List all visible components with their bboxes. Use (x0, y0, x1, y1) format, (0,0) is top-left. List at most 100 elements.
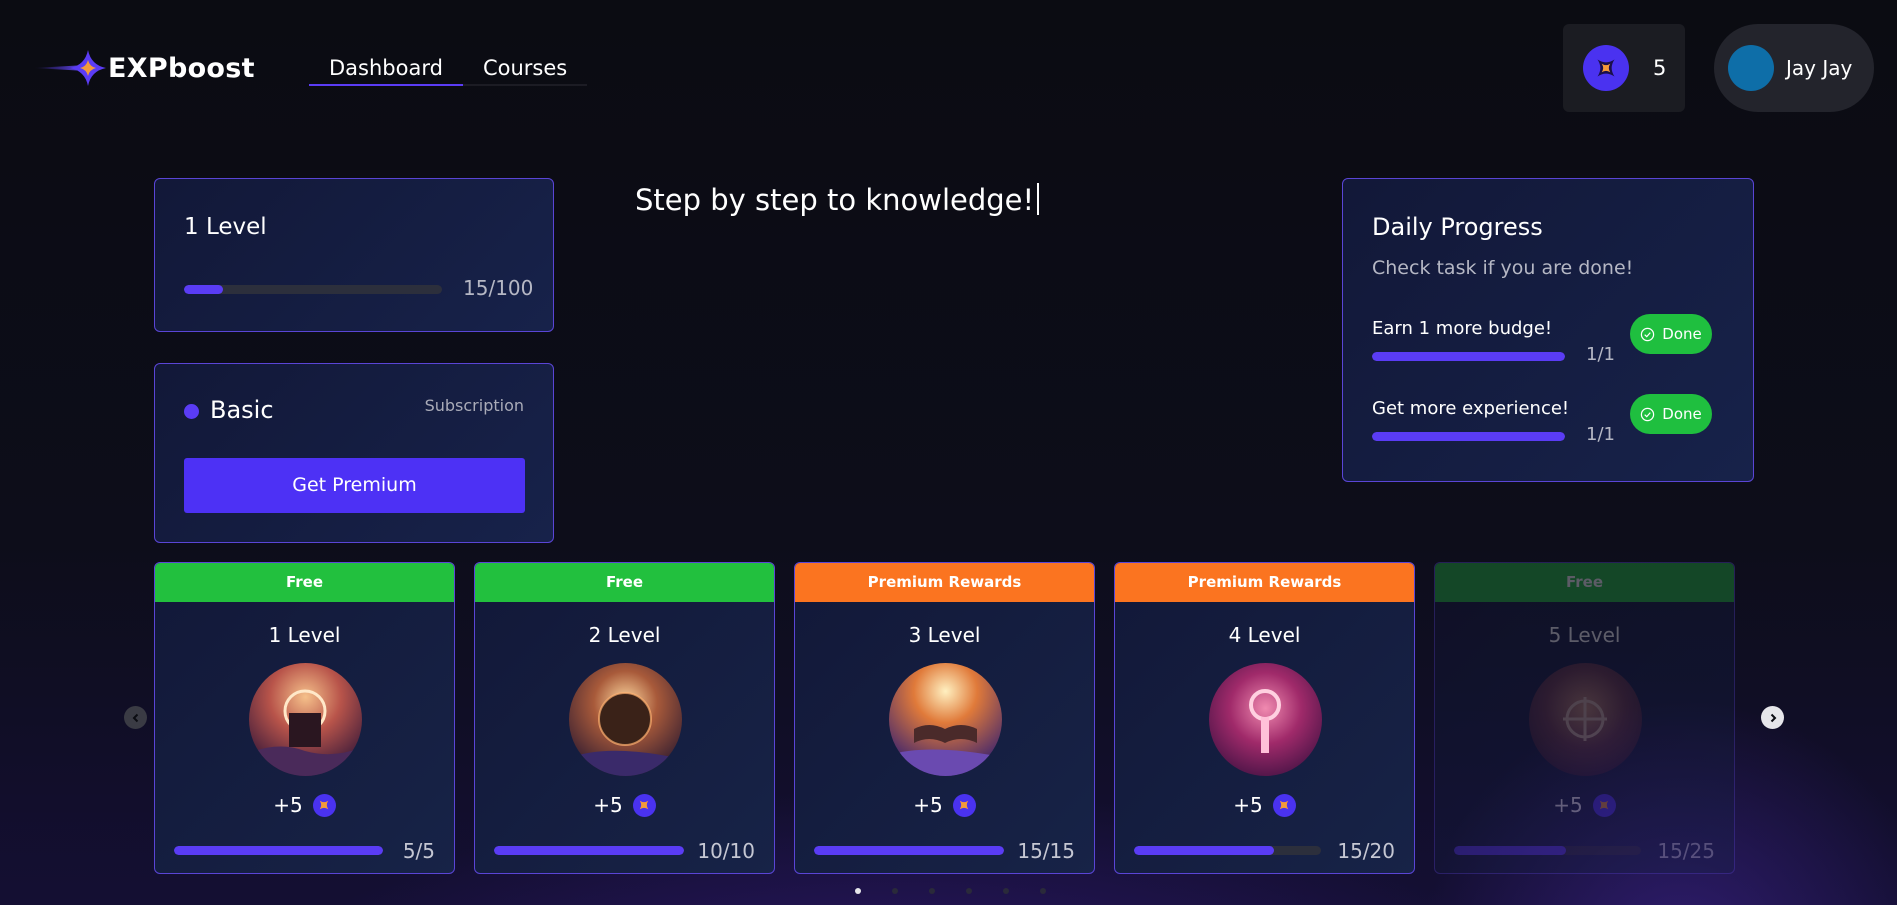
reward-amount: +5 (1553, 793, 1583, 817)
pagination-dot[interactable] (966, 888, 972, 894)
card-count: 15/15 (1017, 839, 1075, 863)
page-headline: Step by step to knowledge! (635, 183, 1040, 217)
get-premium-button[interactable]: Get Premium (184, 458, 525, 513)
task-done-button[interactable]: Done (1630, 314, 1712, 354)
current-level: 1 Level (184, 214, 267, 240)
card-reward: +5 (795, 793, 1094, 817)
chevron-left-icon (132, 713, 138, 722)
card-count: 10/10 (697, 839, 755, 863)
carousel-prev-button[interactable] (124, 706, 147, 729)
card-title: 5 Level (1548, 623, 1621, 647)
check-circle-icon (1641, 327, 1655, 341)
daily-progress-panel: Daily Progress Check task if you are don… (1342, 178, 1754, 482)
star-coin-icon (1592, 793, 1616, 817)
plan-name: Basic (210, 396, 274, 424)
top-header: EXPboost Dashboard Courses 5 Jay Jay (0, 0, 1897, 135)
card-reward: +5 (475, 793, 774, 817)
card-reward: +5 (1115, 793, 1414, 817)
brand-logo[interactable]: EXPboost (34, 46, 255, 90)
star-coin-icon (952, 793, 976, 817)
task-count: 1/1 (1586, 344, 1615, 365)
level-artwork-image (889, 663, 1002, 776)
card-progress-bar (1134, 846, 1321, 855)
card-badge: Premium Rewards (795, 563, 1094, 602)
card-progress-bar (174, 846, 383, 855)
tab-courses[interactable]: Courses (462, 50, 588, 86)
level-artwork-image (569, 663, 682, 776)
card-progress-fill (494, 846, 684, 855)
reward-amount: +5 (273, 793, 303, 817)
plan-status-dot (184, 404, 199, 419)
card-title: 2 Level (588, 623, 661, 647)
user-menu[interactable]: Jay Jay (1714, 24, 1874, 112)
level-artwork-image (249, 663, 362, 776)
card-progress-bar (814, 846, 1004, 855)
card-badge: Free (475, 563, 774, 602)
reward-amount: +5 (593, 793, 623, 817)
card-count: 5/5 (402, 839, 435, 863)
task-done-label: Done (1662, 325, 1702, 343)
card-title: 3 Level (908, 623, 981, 647)
subscription-label: Subscription (424, 396, 524, 415)
level-card-locked[interactable]: Free 5 Level +5 15/25 (1434, 562, 1735, 874)
pagination-dot[interactable] (1003, 888, 1009, 894)
task-progress-bar (1372, 432, 1565, 441)
card-count: 15/20 (1337, 839, 1395, 863)
task-progress-fill (1372, 352, 1565, 361)
daily-progress-subtitle: Check task if you are done! (1372, 257, 1634, 279)
card-reward: +5 (155, 793, 454, 817)
points-value: 5 (1653, 56, 1667, 80)
level-artwork-image (1209, 663, 1322, 776)
level-progress-count: 15/100 (463, 276, 534, 300)
card-reward: +5 (1435, 793, 1734, 817)
card-count: 15/25 (1657, 839, 1715, 863)
task-label: Get more experience! (1372, 398, 1570, 419)
task-done-button[interactable]: Done (1630, 394, 1712, 434)
typing-caret (1037, 183, 1040, 215)
avatar (1728, 45, 1774, 91)
points-counter[interactable]: 5 (1563, 24, 1685, 112)
level-card[interactable]: Free 1 Level +5 5/5 (154, 562, 455, 874)
card-progress-fill (174, 846, 383, 855)
card-progress-fill (814, 846, 1004, 855)
carousel-next-button[interactable] (1761, 706, 1784, 729)
card-title: 4 Level (1228, 623, 1301, 647)
star-coin-icon (632, 793, 656, 817)
star-logo-icon (34, 46, 108, 90)
chevron-right-icon (1770, 713, 1776, 722)
level-artwork-image (1529, 663, 1642, 776)
star-coin-icon (312, 793, 336, 817)
pagination-dot[interactable] (855, 888, 861, 894)
daily-task: Earn 1 more budge! 1/1 Done (1372, 314, 1732, 378)
task-label: Earn 1 more budge! (1372, 318, 1553, 339)
task-progress-fill (1372, 432, 1565, 441)
brand-name: EXPboost (108, 52, 255, 84)
task-done-label: Done (1662, 405, 1702, 423)
tab-dashboard[interactable]: Dashboard (309, 50, 463, 86)
task-count: 1/1 (1586, 424, 1615, 445)
task-progress-bar (1372, 352, 1565, 361)
card-progress-fill (1454, 846, 1567, 855)
star-points-icon (1583, 45, 1629, 91)
check-circle-icon (1641, 407, 1655, 421)
card-progress-fill (1134, 846, 1275, 855)
level-card[interactable]: Premium Rewards 3 Level +5 15/15 (794, 562, 1095, 874)
pagination-dot[interactable] (1040, 888, 1046, 894)
card-title: 1 Level (268, 623, 341, 647)
subscription-panel: Basic Subscription Get Premium (154, 363, 554, 543)
headline-text: Step by step to knowledge! (635, 183, 1035, 217)
daily-task: Get more experience! 1/1 Done (1372, 394, 1732, 458)
level-card[interactable]: Premium Rewards 4 Level +5 15/20 (1114, 562, 1415, 874)
card-badge: Free (1435, 563, 1734, 602)
card-badge: Premium Rewards (1115, 563, 1414, 602)
level-card[interactable]: Free 2 Level +5 10/10 (474, 562, 775, 874)
pagination-dot[interactable] (929, 888, 935, 894)
reward-amount: +5 (913, 793, 943, 817)
level-panel: 1 Level 15/100 (154, 178, 554, 332)
main-nav: Dashboard Courses (309, 50, 588, 86)
reward-amount: +5 (1233, 793, 1263, 817)
level-progress-bar (184, 285, 442, 294)
level-progress-fill (184, 285, 223, 294)
pagination-dot[interactable] (892, 888, 898, 894)
card-progress-bar (1454, 846, 1641, 855)
